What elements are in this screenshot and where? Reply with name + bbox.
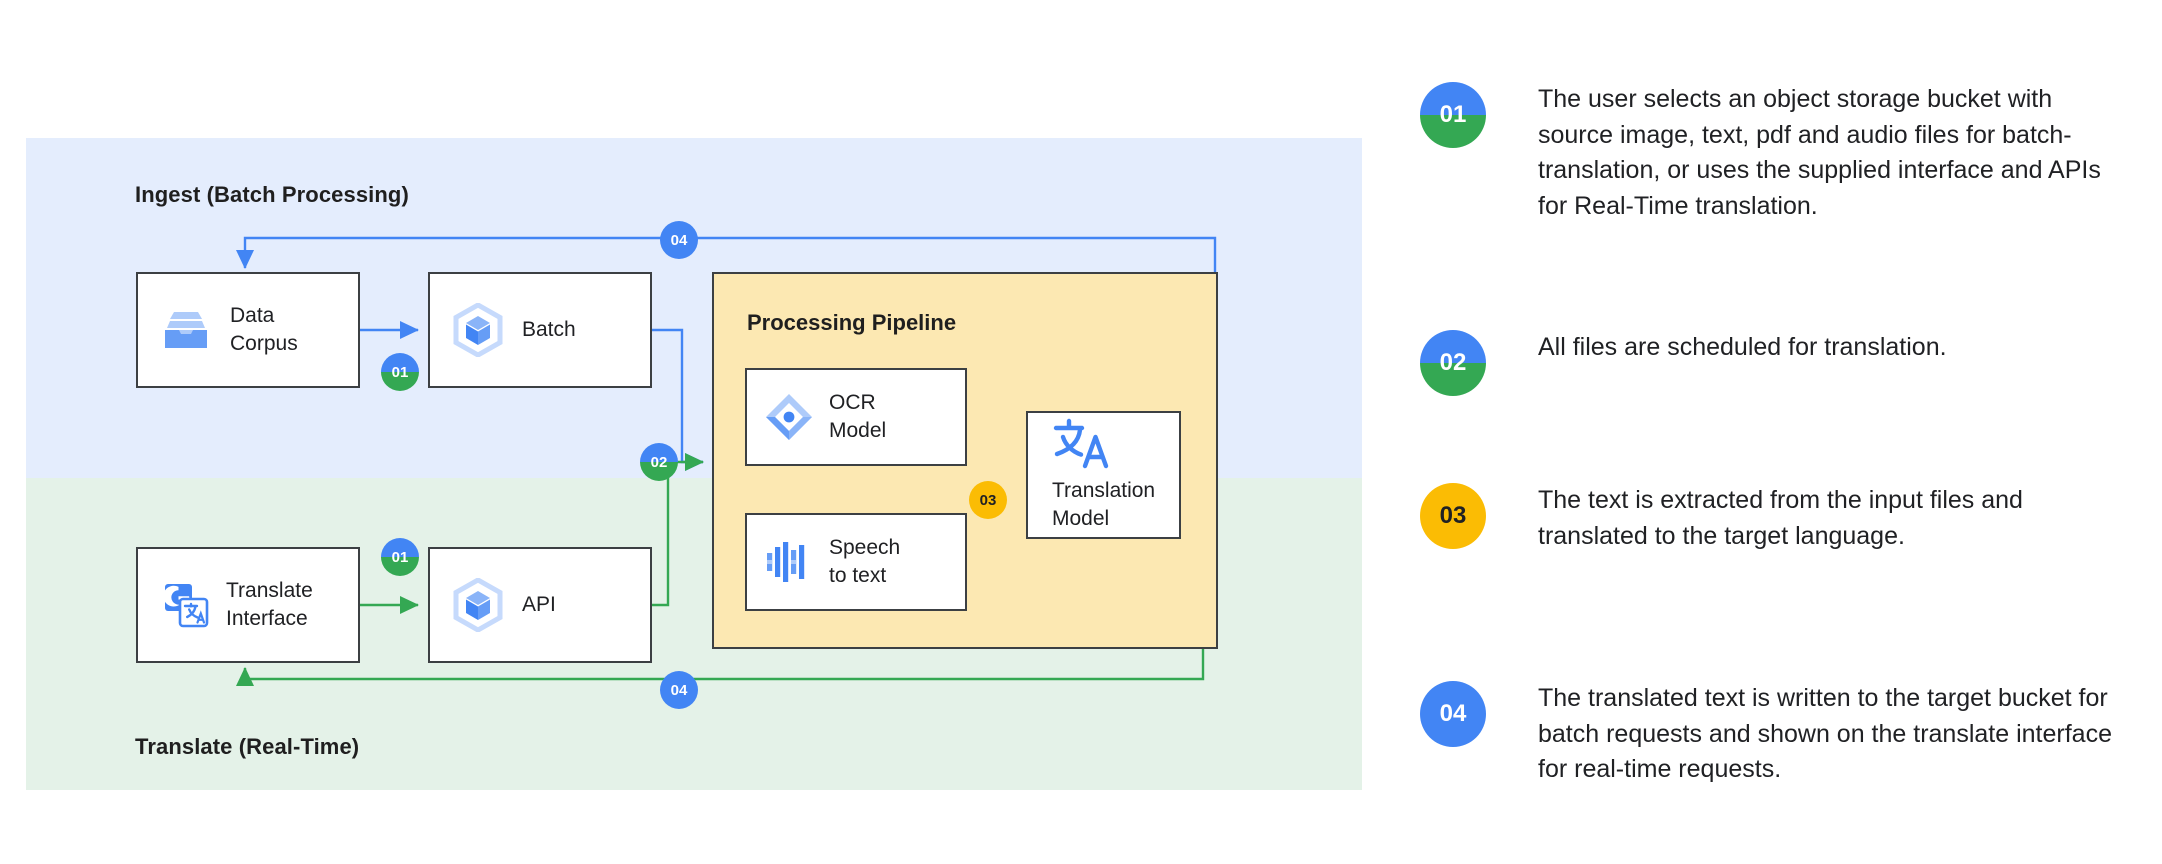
google-translate-icon — [160, 582, 212, 628]
node-speech-to-text-label: Speech to text — [829, 536, 901, 587]
translate-glyph-icon — [1052, 417, 1114, 469]
node-batch[interactable]: Batch — [428, 272, 652, 388]
processing-pipeline-title: Processing Pipeline — [747, 310, 957, 335]
legend-item-03: 03 The text is extracted from the input … — [1420, 483, 2113, 554]
node-speech-to-text[interactable]: Speech to text — [745, 513, 967, 611]
legend-panel: 01 The user selects an object storage bu… — [1400, 0, 2162, 864]
legend-item-04: 04 The translated text is written to the… — [1420, 681, 2113, 788]
node-translation-model[interactable]: Translation Model — [1026, 411, 1181, 539]
legend-badge-01: 01 — [1420, 82, 1486, 148]
step-badge-01-api: 01 — [381, 538, 419, 576]
band-label-translate: Translate (Real-Time) — [135, 734, 360, 759]
node-data-corpus-label: Data Corpus — [230, 304, 298, 355]
ocr-diamond-icon — [763, 392, 815, 442]
diagram-canvas: Ingest (Batch Processing) Translate (Rea… — [0, 0, 2162, 864]
legend-badge-04: 04 — [1420, 681, 1486, 747]
batch-cube-icon — [450, 303, 506, 357]
legend-text-03: The text is extracted from the input fil… — [1538, 486, 2023, 550]
api-cube-icon — [450, 578, 506, 632]
legend-text-01: The user selects an object storage bucke… — [1538, 85, 2101, 220]
node-api-label: API — [522, 593, 556, 617]
node-batch-label: Batch — [522, 318, 576, 342]
step-badge-03: 03 — [969, 481, 1007, 519]
legend-item-02: 02 All files are scheduled for translati… — [1420, 330, 1947, 396]
step-badge-01-batch: 01 — [381, 353, 419, 391]
band-label-ingest: Ingest (Batch Processing) — [135, 182, 409, 207]
legend-text-04: The translated text is written to the ta… — [1538, 684, 2112, 783]
legend-text-02: All files are scheduled for translation. — [1538, 333, 1947, 361]
step-badge-02: 02 — [640, 443, 678, 481]
data-corpus-icon — [158, 308, 214, 352]
legend-item-01: 01 The user selects an object storage bu… — [1420, 82, 2113, 224]
node-ocr-model[interactable]: OCR Model — [745, 368, 967, 466]
node-data-corpus[interactable]: Data Corpus — [136, 272, 360, 388]
legend-badge-03: 03 — [1420, 483, 1486, 549]
step-badge-04-translate: 04 — [660, 671, 698, 709]
speech-waveform-icon — [763, 539, 815, 585]
legend-badge-02: 02 — [1420, 330, 1486, 396]
node-ocr-model-label: OCR Model — [829, 391, 887, 442]
node-translate-interface-label: Translate Interface — [226, 579, 313, 630]
architecture-diagram: Ingest (Batch Processing) Translate (Rea… — [0, 0, 1400, 864]
step-badge-04-ingest: 04 — [660, 221, 698, 259]
node-translate-interface[interactable]: Translate Interface — [136, 547, 360, 663]
node-api[interactable]: API — [428, 547, 652, 663]
node-translation-model-label: Translation Model — [1052, 479, 1156, 530]
